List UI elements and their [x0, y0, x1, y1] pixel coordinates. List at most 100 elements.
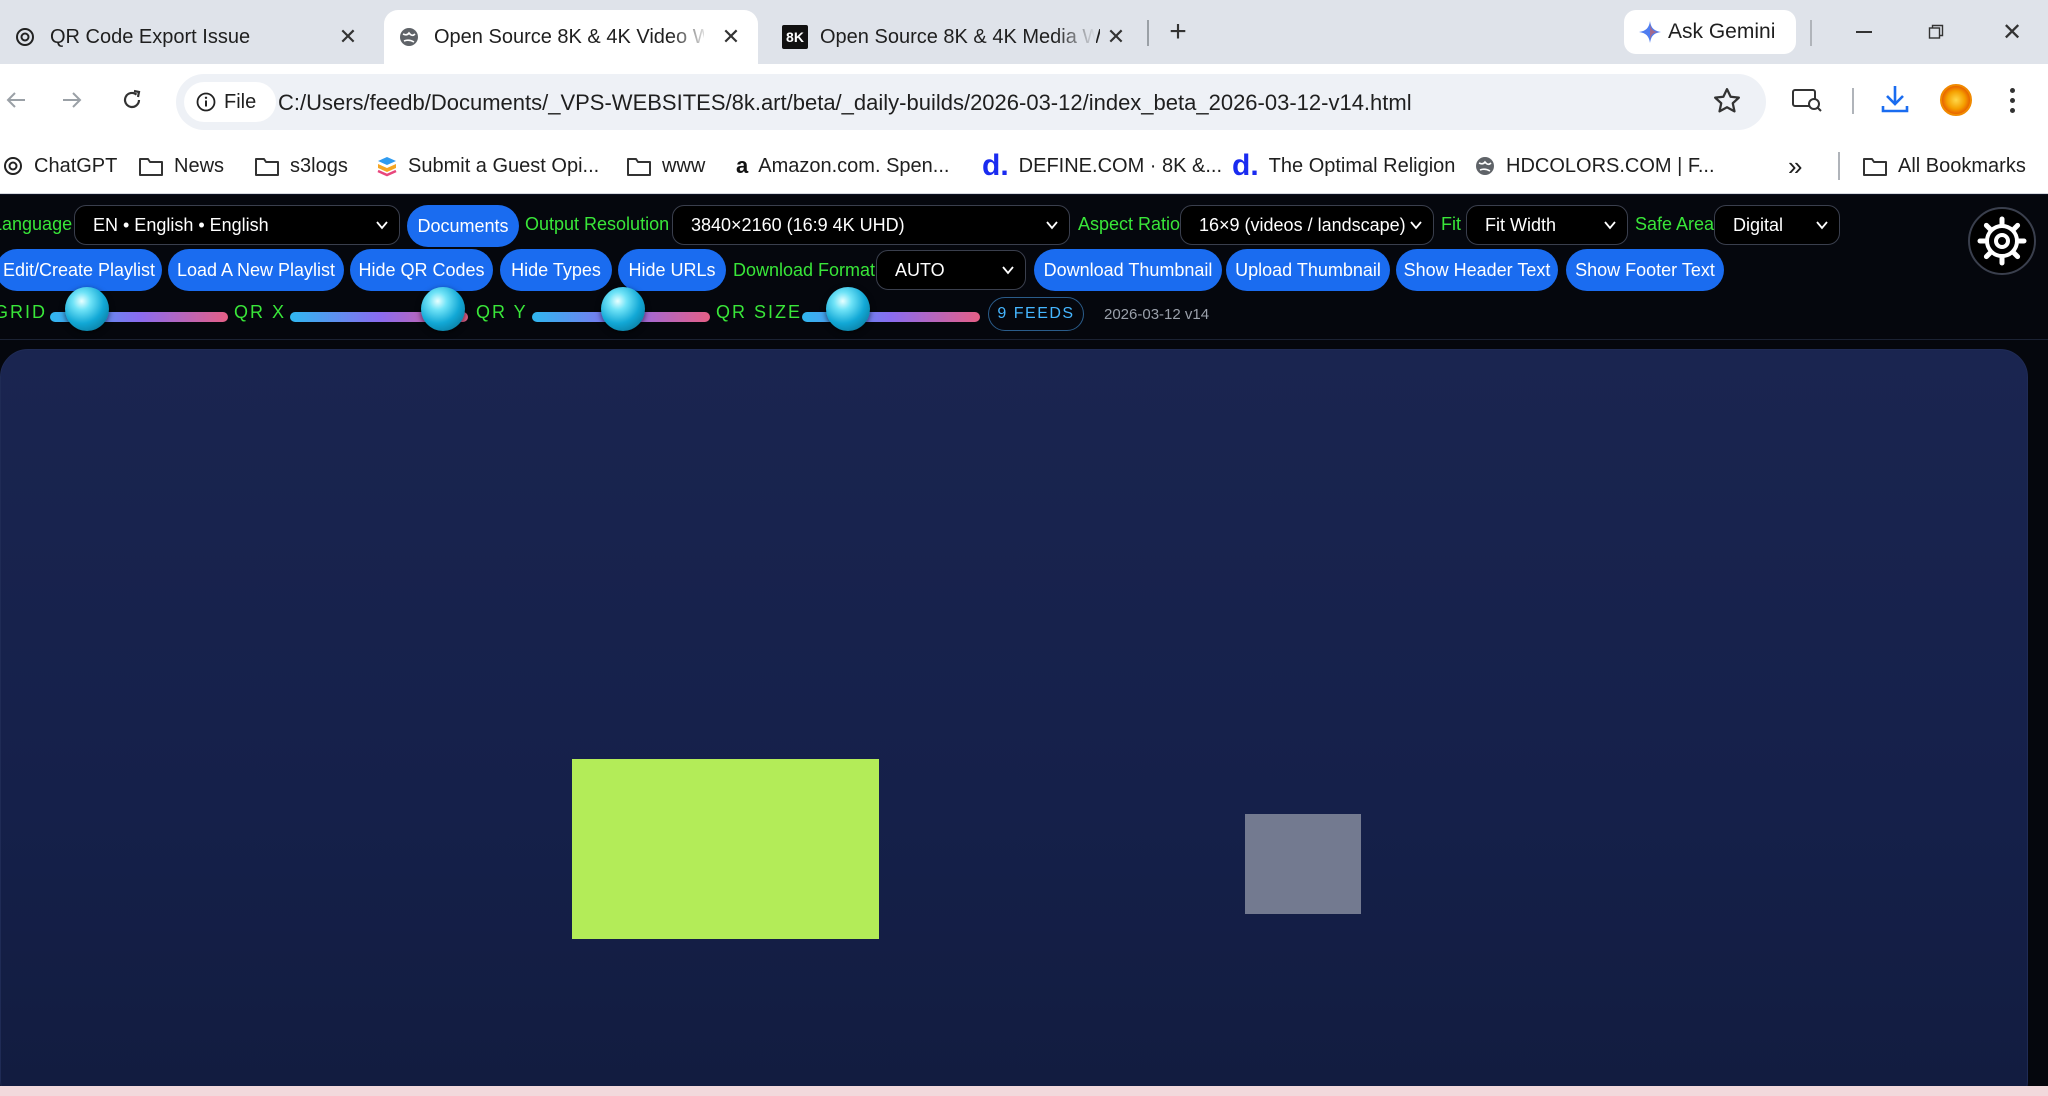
bookmark-chatgpt[interactable]: ChatGPT	[2, 152, 117, 180]
globe-icon	[1476, 157, 1494, 175]
more-bookmarks-icon[interactable]: »	[1788, 151, 1802, 181]
close-tab-icon[interactable]: ✕	[1103, 24, 1129, 50]
download-thumbnail-button[interactable]: Download Thumbnail	[1034, 249, 1222, 291]
bookmark-label: s3logs	[290, 154, 348, 177]
minimize-icon[interactable]	[1846, 14, 1882, 50]
tab-strip: QR Code Export Issue ✕ Open Source 8K & …	[0, 0, 2048, 64]
hide-urls-button[interactable]: Hide URLs	[618, 249, 726, 291]
tab-title: QR Code Export Issue	[50, 25, 251, 48]
bookmark-folder-s3logs[interactable]: s3logs	[254, 152, 348, 180]
divider	[1810, 20, 1812, 46]
grid-slider-label: GRID	[0, 302, 47, 322]
bookmarks-bar: ChatGPT News s3logs Submit a Guest Opi..…	[0, 138, 2048, 194]
tab-open-source-video-wall[interactable]: Open Source 8K & 4K Video Wa ✕	[384, 10, 758, 64]
qr-y-slider-label: QR Y	[476, 302, 528, 322]
show-footer-text-button[interactable]: Show Footer Text	[1566, 249, 1724, 291]
bookmark-label: Amazon.com. Spen...	[758, 154, 950, 177]
safe-area-value: Digital	[1733, 214, 1784, 235]
forward-icon[interactable]	[52, 80, 92, 120]
folder-icon	[139, 158, 163, 176]
kebab-menu-icon[interactable]	[1998, 82, 2026, 118]
language-select[interactable]: EN • English • English	[74, 205, 400, 245]
aspect-ratio-select[interactable]: 16×9 (videos / landscape)	[1180, 205, 1434, 245]
safe-area-label: Safe Area	[1635, 214, 1715, 234]
divider	[0, 339, 2048, 340]
tab-title: Open Source 8K & 4K Video Wa	[434, 25, 704, 48]
close-tab-icon[interactable]: ✕	[718, 24, 744, 50]
restore-icon[interactable]	[1918, 14, 1954, 50]
show-header-text-button[interactable]: Show Header Text	[1396, 249, 1558, 291]
documents-button[interactable]: Documents	[407, 205, 519, 247]
downloads-icon[interactable]	[1878, 82, 1914, 118]
gemini-sparkle-icon	[1639, 21, 1661, 43]
tab-qr-code-export-issue[interactable]: QR Code Export Issue ✕	[0, 10, 380, 64]
profile-avatar[interactable]	[1940, 84, 1972, 116]
feed-tile-gray[interactable]	[1245, 814, 1361, 914]
all-bookmarks[interactable]: All Bookmarks	[1862, 152, 2026, 180]
feeds-count-badge: 9 FEEDS	[988, 297, 1084, 331]
aspect-ratio-value: 16×9 (videos / landscape)	[1199, 214, 1406, 235]
divider	[1852, 88, 1854, 114]
download-format-value: AUTO	[895, 259, 945, 280]
qr-size-slider-knob[interactable]	[826, 287, 871, 331]
bottom-edge-strip	[0, 1086, 2048, 1096]
fit-select[interactable]: Fit Width	[1466, 205, 1628, 245]
qr-size-slider-label: QR SIZE	[716, 302, 803, 322]
site-info-chip[interactable]: File	[184, 82, 276, 122]
bookmark-folder-news[interactable]: News	[138, 152, 224, 180]
info-icon	[196, 92, 216, 112]
safe-area-select[interactable]: Digital	[1714, 205, 1840, 245]
qr-y-slider-knob[interactable]	[600, 287, 645, 331]
new-tab-button[interactable]: +	[1160, 14, 1196, 50]
chevron-down-icon	[1604, 221, 1616, 230]
url-text[interactable]: C:/Users/feedb/Documents/_VPS-WEBSITES/8…	[278, 90, 1412, 116]
bookmark-hdcolors[interactable]: HDCOLORS.COM | F...	[1474, 152, 1715, 180]
close-window-icon[interactable]: ✕	[1994, 14, 2030, 50]
bookmark-optimal-religion[interactable]: d. The Optimal Religion	[1232, 151, 1456, 181]
qr-x-slider-knob[interactable]	[421, 287, 466, 331]
divider	[1838, 152, 1840, 180]
bookmark-define[interactable]: d. DEFINE.COM · 8K &...	[982, 149, 1223, 182]
aspect-ratio-label: Aspect Ratio	[1078, 214, 1181, 234]
bookmark-label: The Optimal Religion	[1268, 154, 1456, 177]
hide-types-button[interactable]: Hide Types	[500, 249, 612, 291]
tab-open-source-media[interactable]: 8K Open Source 8K & 4K Media W ✕	[766, 10, 1146, 64]
output-resolution-value: 3840×2160 (16:9 4K UHD)	[691, 214, 905, 235]
colorful-logo-icon	[377, 157, 397, 177]
feed-tile-green[interactable]	[572, 759, 879, 939]
bookmark-label: DEFINE.COM · 8K &...	[1018, 154, 1223, 177]
download-format-select[interactable]: AUTO	[876, 250, 1026, 290]
back-icon[interactable]	[0, 80, 36, 120]
browser-toolbar: File C:/Users/feedb/Documents/_VPS-WEBSI…	[0, 64, 2048, 138]
amazon-icon: a	[736, 153, 749, 178]
tab-separator	[1147, 20, 1149, 46]
reload-icon[interactable]	[112, 80, 152, 120]
hide-qr-codes-button[interactable]: Hide QR Codes	[350, 249, 493, 291]
folder-icon	[1863, 158, 1887, 176]
ask-gemini-button[interactable]: Ask Gemini	[1624, 10, 1796, 54]
address-bar[interactable]: File C:/Users/feedb/Documents/_VPS-WEBSI…	[176, 74, 1766, 130]
bookmark-amazon[interactable]: a Amazon.com. Spen...	[736, 152, 949, 180]
video-wall-stage[interactable]	[0, 349, 2028, 1096]
fit-value: Fit Width	[1485, 214, 1557, 235]
search-tabs-icon[interactable]	[1790, 82, 1826, 118]
chevron-down-icon	[1046, 221, 1058, 230]
close-tab-icon[interactable]: ✕	[335, 24, 361, 50]
upload-thumbnail-button[interactable]: Upload Thumbnail	[1226, 249, 1390, 291]
chatgpt-icon	[14, 26, 36, 48]
define-icon: d.	[982, 149, 1009, 182]
grid-slider-knob[interactable]	[65, 287, 110, 331]
chevron-down-icon	[1410, 221, 1422, 230]
qr-x-slider-label: QR X	[234, 302, 287, 322]
bookmark-label: ChatGPT	[34, 154, 118, 177]
fit-label: Fit	[1441, 214, 1461, 234]
language-value: EN • English • English	[93, 214, 269, 235]
edit-create-playlist-button[interactable]: Edit/Create Playlist	[0, 249, 162, 291]
settings-button[interactable]	[1968, 207, 2036, 275]
output-resolution-select[interactable]: 3840×2160 (16:9 4K UHD)	[672, 205, 1070, 245]
load-playlist-button[interactable]: Load A New Playlist	[168, 249, 344, 291]
bookmark-star-icon[interactable]	[1712, 86, 1744, 118]
bookmark-folder-www[interactable]: www	[626, 152, 705, 180]
bookmark-submit-guest[interactable]: Submit a Guest Opi...	[376, 152, 599, 180]
chatgpt-icon	[4, 157, 22, 175]
